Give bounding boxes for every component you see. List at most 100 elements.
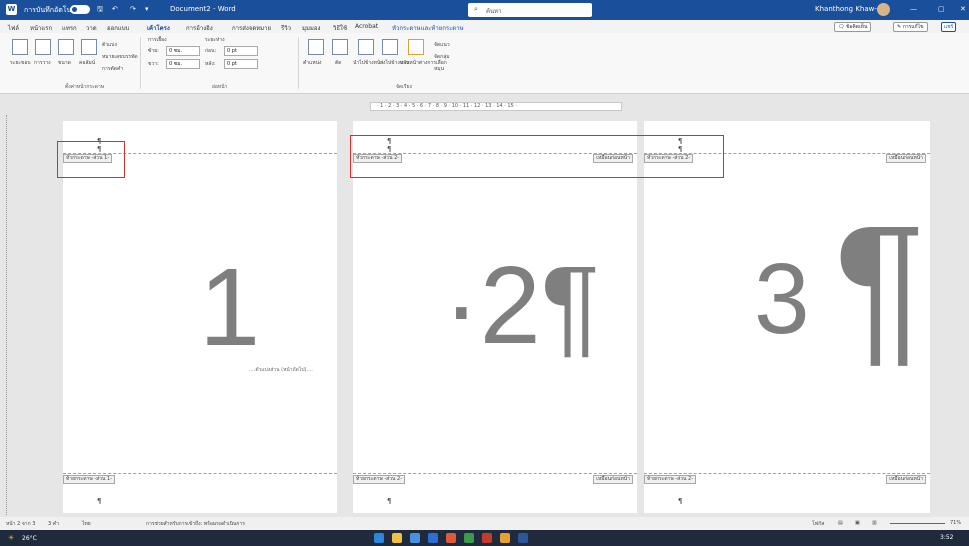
tab-draw[interactable]: วาด [86, 23, 97, 33]
redo-icon[interactable]: ↷ [130, 5, 136, 13]
print-layout-icon[interactable]: ▣ [855, 520, 860, 526]
tab-header-footer[interactable]: หัวกระดาษและท้ายกระดาษ [392, 23, 464, 33]
focus-mode[interactable]: โฟกัส [812, 520, 824, 528]
clock[interactable]: 3:52 [940, 534, 953, 541]
spacing-before-input[interactable]: 0 pt [224, 46, 258, 56]
wrap-icon[interactable] [332, 39, 348, 55]
group-label[interactable]: จัดกลุ่ม [434, 53, 450, 61]
footer-tag: ท้ายกระดาษ -ส่วน 1- [63, 475, 116, 484]
zoom-level[interactable]: 71% [950, 520, 961, 526]
pdf-icon[interactable] [482, 533, 492, 543]
word-icon: W [6, 4, 17, 15]
margins-label[interactable]: ระยะขอบ [10, 59, 31, 67]
word-count[interactable]: 3 คำ [48, 520, 59, 528]
word-taskbar-icon[interactable] [518, 533, 528, 543]
tab-design[interactable]: ออกแบบ [107, 23, 129, 33]
tab-view[interactable]: มุมมอง [302, 23, 320, 33]
align-label[interactable]: จัดแนว [434, 41, 450, 49]
comment-button[interactable]: 🗨 ข้อคิดเห็น [834, 22, 872, 32]
indent-left-input[interactable]: 0 ซม. [166, 46, 200, 56]
position-label[interactable]: ตำแหน่ง [303, 59, 321, 67]
page-number[interactable]: 3 [754, 249, 810, 349]
page-number[interactable]: ·2¶ [443, 251, 600, 361]
vertical-ruler[interactable] [6, 115, 15, 515]
indent-right-input[interactable]: 0 ซม. [166, 59, 200, 69]
line-numbers-label[interactable]: หมายเลขบรรทัด [102, 53, 138, 61]
columns-label[interactable]: คอลัมน์ [79, 59, 95, 67]
tab-references[interactable]: การอ้างอิง [186, 23, 213, 33]
size-icon[interactable] [58, 39, 74, 55]
save-icon[interactable]: 🖫 [97, 5, 103, 16]
close-button[interactable]: ✕ [960, 5, 966, 13]
share-label: แชร์ [944, 24, 954, 30]
same-as-previous-tag: เหมือนก่อนหน้า [886, 154, 926, 163]
send-backward-icon[interactable] [382, 39, 398, 55]
page-count[interactable]: หน้า 2 จาก 3 [6, 520, 35, 528]
hyphenation-label[interactable]: การตัดคำ [102, 65, 123, 73]
tab-acrobat[interactable]: Acrobat [355, 23, 378, 30]
indent-left-label: ซ้าย: [148, 48, 159, 54]
taskbar: ☀ 26°C 3:52 [0, 530, 969, 546]
columns-icon[interactable] [81, 39, 97, 55]
share-button[interactable]: แชร์ [941, 22, 957, 32]
read-mode-icon[interactable]: ▤ [838, 520, 843, 526]
page-number[interactable]: 1 [199, 253, 260, 363]
tab-home[interactable]: หน้าแรก [30, 23, 52, 33]
tab-help[interactable]: วิธีใช้ [333, 23, 347, 33]
restore-button[interactable]: ▢ [938, 5, 945, 13]
wrap-label[interactable]: ตัด [335, 59, 342, 67]
app-icon[interactable] [500, 533, 510, 543]
footer-tag: ท้ายกระดาษ -ส่วน 2- [644, 475, 697, 484]
indent-right-label: ขวา: [148, 61, 159, 67]
horizontal-ruler[interactable]: · 1 · 2 · 3 · 4 · 5 · 6 · 7 · 8 · 9 · 10… [0, 100, 969, 112]
minimize-button[interactable]: — [910, 5, 917, 13]
accessibility-status[interactable]: การช่วยสำหรับการเข้าถึง: พร้อมรอดำเนินกา… [146, 520, 245, 528]
breaks-label[interactable]: ตัวแบ่ง [102, 41, 117, 49]
weather-icon: ☀ [8, 534, 15, 542]
tab-review[interactable]: รีวิว [281, 23, 291, 33]
editing-label: การแก้ไข [902, 24, 924, 30]
paragraph-mark: ¶ [834, 191, 926, 381]
selection-pane-icon[interactable] [408, 39, 424, 55]
bring-forward-icon[interactable] [358, 39, 374, 55]
tab-file[interactable]: ไฟล์ [8, 23, 19, 33]
tab-insert[interactable]: แทรก [62, 23, 77, 33]
user-name[interactable]: Khanthong Khaw-on [815, 5, 886, 13]
spacing-after-input[interactable]: 0 pt [224, 59, 258, 69]
bring-forward-label[interactable]: นำไปข้างหน้า [353, 59, 383, 67]
autosave-toggle[interactable] [70, 5, 90, 14]
orientation-icon[interactable] [35, 39, 51, 55]
margins-icon[interactable] [12, 39, 28, 55]
spacing-after-label: หลัง: [205, 61, 216, 67]
chrome-icon[interactable] [446, 533, 456, 543]
page-1[interactable]: ¶ ¶ หัวกระดาษ -ส่วน 1- 1 ....ตัวแบ่งส่วน… [63, 121, 337, 513]
orientation-label[interactable]: การวาง [34, 59, 51, 67]
page-3[interactable]: ¶ ¶ หัวกระดาษ -ส่วน 2- เหมือนก่อนหน้า 3 … [644, 121, 930, 513]
customize-icon[interactable]: ▾ [145, 5, 149, 13]
search-icon: ⌕ [474, 5, 478, 13]
pilcrow-mark: ¶ [387, 497, 392, 505]
editing-button[interactable]: ✎ การแก้ไข [893, 22, 928, 32]
highlight-box [350, 135, 724, 178]
tab-mailings[interactable]: การส่งจดหมาย [232, 23, 271, 33]
footer-tag: ท้ายกระดาษ -ส่วน 2- [353, 475, 406, 484]
zoom-slider[interactable] [890, 523, 945, 524]
search-box[interactable]: ⌕ ค้นหา [468, 3, 592, 17]
start-icon[interactable] [374, 533, 384, 543]
avatar[interactable] [877, 3, 890, 16]
weather-temp[interactable]: 26°C [22, 535, 37, 542]
size-label[interactable]: ขนาด [58, 59, 71, 67]
app-icon[interactable] [410, 533, 420, 543]
excel-icon[interactable] [464, 533, 474, 543]
position-icon[interactable] [308, 39, 324, 55]
edge-icon[interactable] [428, 533, 438, 543]
page-2[interactable]: ¶ ¶ หัวกระดาษ -ส่วน 2- เหมือนก่อนหน้า ·2… [353, 121, 637, 513]
section-break: ....ตัวแบ่งส่วน (หน้าถัดไป).... [249, 367, 313, 373]
language[interactable]: ไทย [82, 520, 91, 528]
rotate-label[interactable]: หมุน [434, 65, 444, 73]
search-placeholder: ค้นหา [486, 8, 502, 15]
ruler-ticks: · 1 · 2 · 3 · 4 · 5 · 6 · 7 · 8 · 9 · 10… [377, 103, 517, 109]
web-layout-icon[interactable]: ▥ [872, 520, 877, 526]
undo-icon[interactable]: ↶ [112, 5, 118, 13]
file-explorer-icon[interactable] [392, 533, 402, 543]
